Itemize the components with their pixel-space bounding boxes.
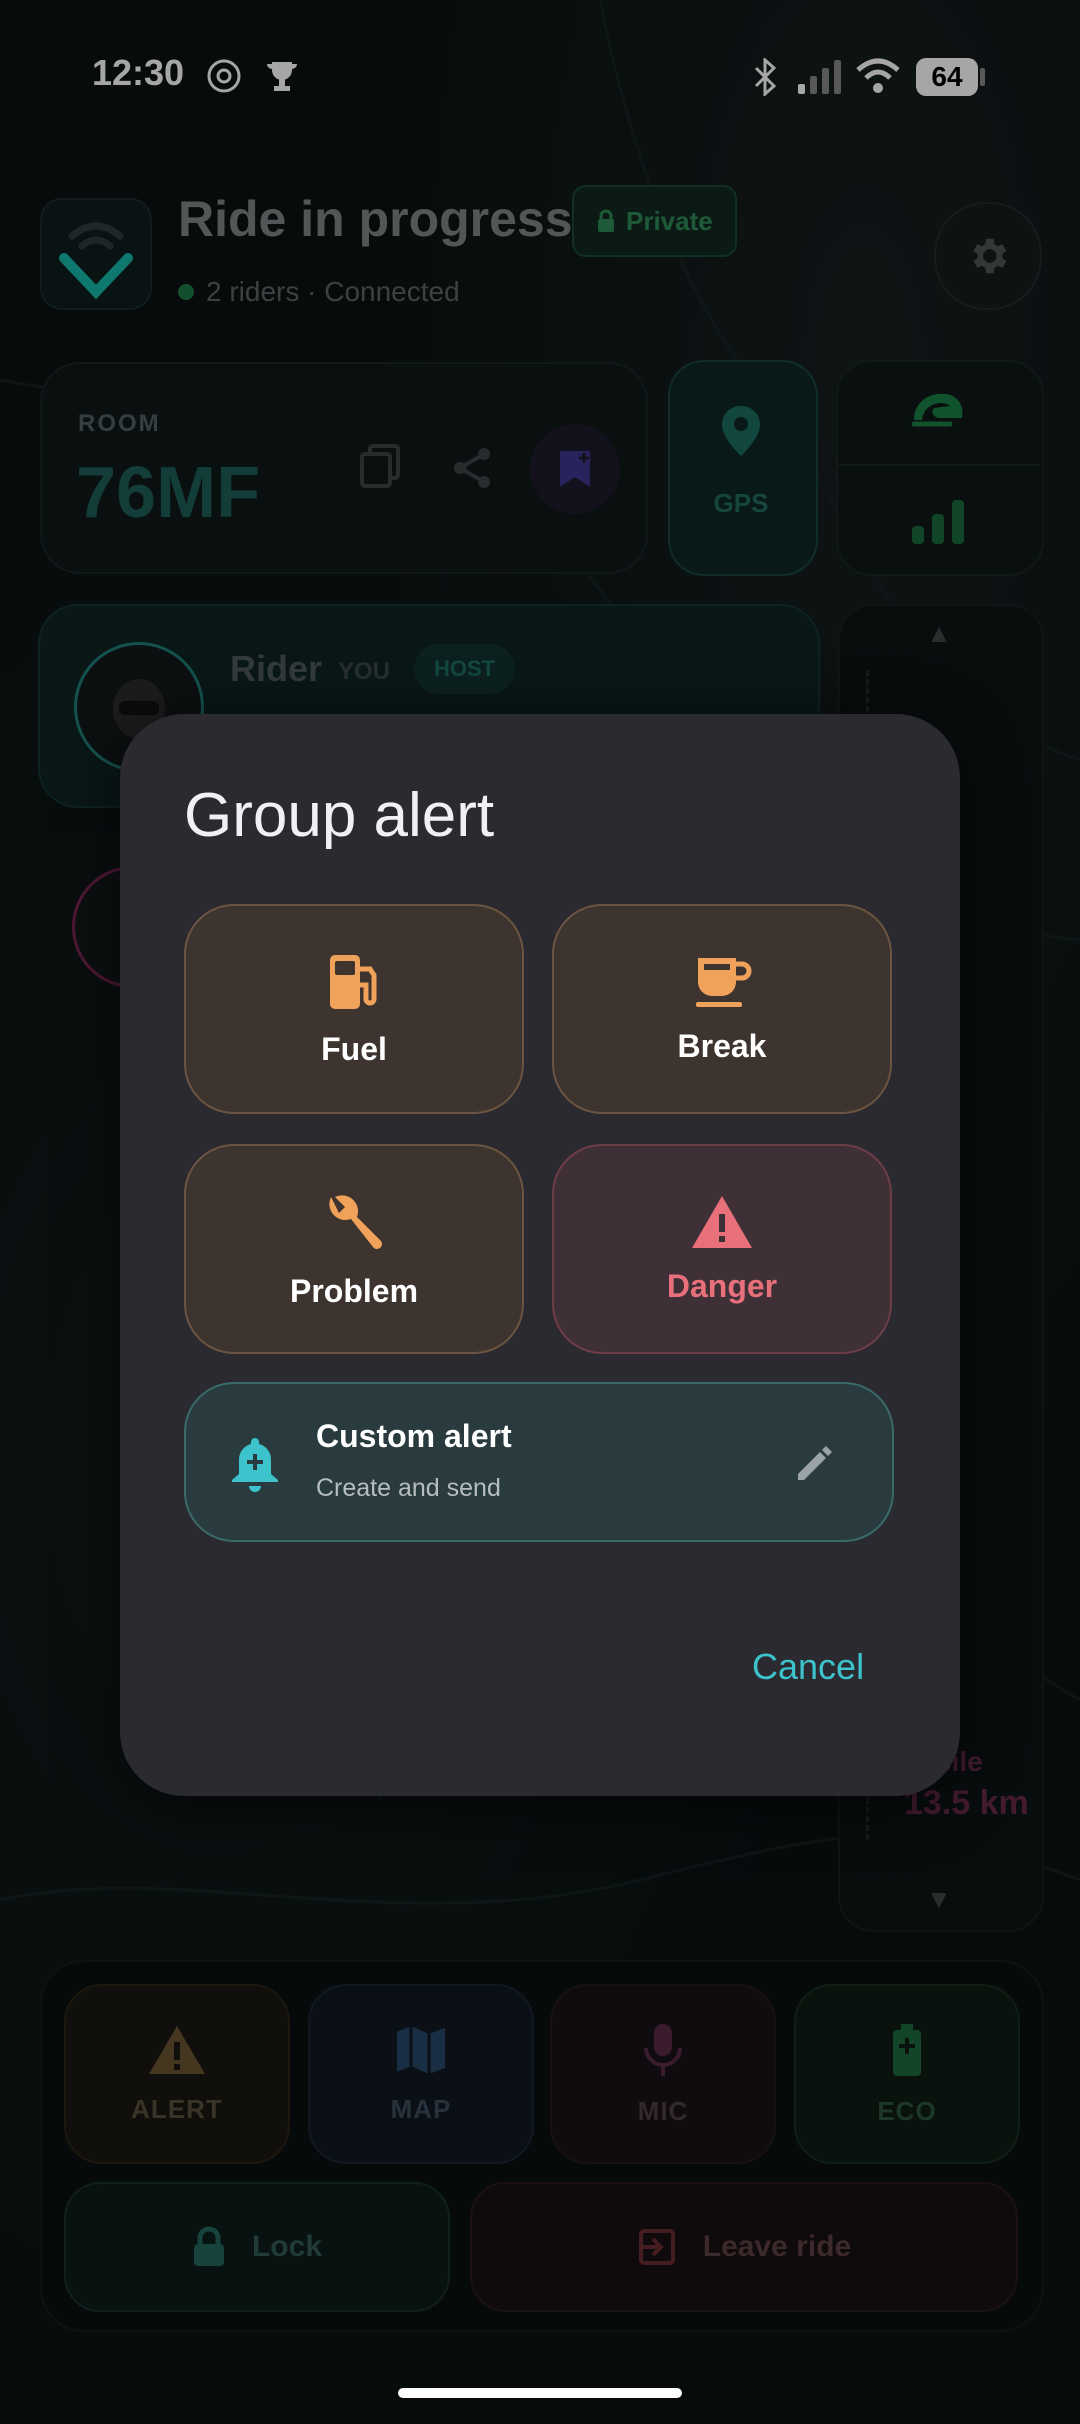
custom-alert-button[interactable] bbox=[184, 1382, 894, 1542]
custom-alert-title: Custom alert bbox=[316, 1418, 512, 1454]
warning-icon bbox=[692, 1195, 752, 1248]
custom-alert-subtitle: Create and send bbox=[316, 1474, 501, 1502]
home-indicator[interactable] bbox=[398, 2388, 682, 2398]
fuel-alert-button[interactable]: Fuel bbox=[184, 904, 524, 1114]
break-alert-button[interactable]: Break bbox=[552, 904, 892, 1114]
bell-plus-icon bbox=[232, 1438, 278, 1492]
coffee-cup-icon bbox=[696, 957, 752, 1007]
fuel-pump-icon bbox=[330, 954, 377, 1009]
fuel-label: Fuel bbox=[321, 1030, 387, 1067]
edit-pencil-icon[interactable] bbox=[794, 1444, 834, 1484]
problem-alert-button[interactable]: Problem bbox=[184, 1144, 524, 1354]
wrench-icon bbox=[329, 1194, 382, 1249]
danger-label: Danger bbox=[666, 1267, 778, 1304]
cancel-button[interactable]: Cancel bbox=[740, 1640, 876, 1694]
problem-label: Problem bbox=[289, 1272, 419, 1309]
dialog-title: Group alert bbox=[184, 781, 495, 850]
break-label: Break bbox=[677, 1027, 767, 1064]
danger-alert-button[interactable]: Danger bbox=[552, 1144, 892, 1354]
